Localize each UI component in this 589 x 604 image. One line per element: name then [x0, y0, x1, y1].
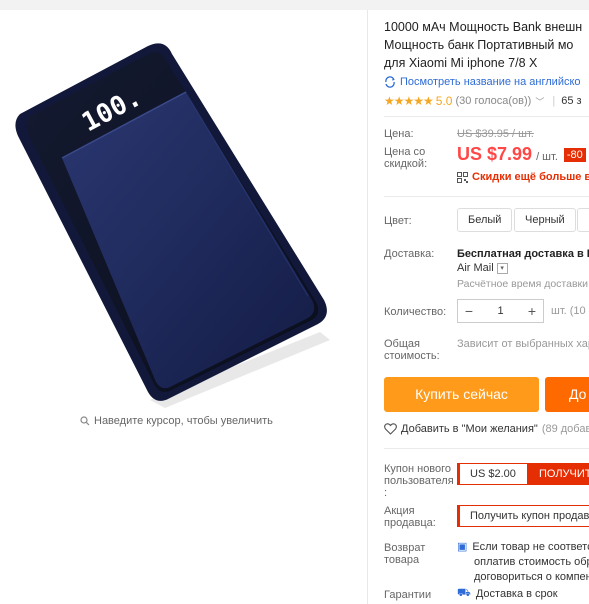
- guarantee-label: Гарантии продавца:: [384, 589, 436, 604]
- quantity-decrease-button[interactable]: −: [458, 303, 480, 319]
- new-user-coupon-label: Купон нового пользователя :: [384, 463, 454, 499]
- divider: [384, 116, 589, 117]
- chevron-down-icon[interactable]: ﹀: [535, 95, 544, 108]
- product-gallery: 100. Наведите курсор, чтобы увеличить: [0, 10, 368, 604]
- heart-icon: [384, 423, 397, 435]
- seller-promo-label: Акция продавца:: [384, 505, 436, 529]
- shipping-label: Доставка:: [384, 248, 435, 260]
- divider: [384, 196, 589, 197]
- shipping-method-label: Air Mail: [457, 262, 494, 274]
- old-price: US $39.95 / шт.: [457, 128, 534, 140]
- quantity-increase-button[interactable]: +: [521, 303, 543, 319]
- qr-code-icon: [457, 171, 468, 183]
- zoom-hint: Наведите курсор, чтобы увеличить: [80, 415, 273, 427]
- discount-badge: -80: [563, 148, 586, 162]
- quantity-stepper: − 1 +: [457, 299, 544, 323]
- price-unit: / шт.: [536, 151, 558, 163]
- product-image[interactable]: 100.: [0, 10, 368, 410]
- more-discounts-label: Скидки ещё больше в п: [472, 171, 589, 183]
- discount-price-label: Цена со скидкой:: [384, 146, 428, 170]
- product-title: 10000 мАч Мощность Bank внешн Мощность б…: [384, 18, 589, 72]
- returns-label: Возврат товара: [384, 542, 426, 566]
- wishlist-count: (89 добавл: [541, 423, 589, 435]
- more-discounts-link[interactable]: Скидки ещё больше в п: [457, 171, 589, 183]
- total-value: Зависит от выбранных хар: [457, 338, 589, 350]
- shipping-main: Бесплатная доставка в Ru: [457, 248, 589, 260]
- rating-value: 5.0: [435, 94, 453, 108]
- get-coupon-button[interactable]: ПОЛУЧИТЬ: [527, 464, 589, 484]
- search-icon: [80, 416, 90, 426]
- orders-count: 65 з: [561, 95, 582, 107]
- wishlist-label: Добавить в "Мои желания": [401, 423, 538, 435]
- top-strip: [0, 0, 589, 10]
- returns-info: ▣ Если товар не соответс оплатив стоимост…: [457, 540, 589, 585]
- zoom-hint-text: Наведите курсор, чтобы увеличить: [94, 415, 273, 427]
- returns-line-text: Если товар не соответс: [472, 541, 589, 553]
- divider: [384, 448, 589, 449]
- translate-link-label: Посмотреть название на английско: [400, 76, 581, 88]
- wishlist-link[interactable]: Добавить в "Мои желания" (89 добавл: [384, 423, 589, 435]
- quantity-label: Количество:: [384, 306, 447, 318]
- translate-link[interactable]: Посмотреть название на английско: [384, 76, 589, 88]
- buy-now-button[interactable]: Купить сейчас: [384, 377, 539, 412]
- color-option-white[interactable]: Белый: [457, 208, 513, 232]
- translate-icon: [385, 76, 395, 88]
- returns-line: договориться о компен: [474, 571, 589, 583]
- returns-line: оплатив стоимость обр: [474, 556, 589, 568]
- shipping-method[interactable]: Air Mail ▾: [457, 262, 508, 274]
- rating-stars: ★★★★★: [384, 94, 434, 108]
- price-label: Цена:: [384, 128, 414, 140]
- total-label: Общая стоимость:: [384, 338, 440, 362]
- shipping-estimate: Расчётное время доставки: [457, 278, 589, 290]
- add-to-cart-button[interactable]: До: [545, 377, 589, 412]
- quantity-input[interactable]: 1: [480, 305, 521, 317]
- coupon-amount: US $2.00: [470, 468, 516, 480]
- divider: |: [552, 95, 556, 107]
- delivery-icon: ⛟: [457, 587, 471, 599]
- rating-row: ★★★★★ 5.0 (30 голоса(ов)) ﹀ | 65 з: [384, 94, 582, 108]
- title-line: для Xiaomi Mi iphone 7/8 X: [384, 56, 538, 70]
- color-option-more[interactable]: [577, 208, 589, 232]
- product-info: 10000 мАч Мощность Bank внешн Мощность б…: [384, 18, 589, 108]
- guarantee-value: Доставка в срок: [475, 588, 558, 600]
- seller-coupon-button[interactable]: Получить купон продавц: [457, 505, 589, 527]
- rating-votes[interactable]: (30 голоса(ов)): [455, 95, 531, 107]
- price-amount: US $7.99: [457, 144, 533, 164]
- new-user-coupon: US $2.00 ПОЛУЧИТЬ: [457, 463, 589, 485]
- color-option-black[interactable]: Черный: [514, 208, 576, 232]
- returns-line: ▣ Если товар не соответс: [457, 540, 589, 555]
- color-label: Цвет:: [384, 215, 412, 227]
- discount-price: US $7.99 / шт. -80: [457, 144, 586, 165]
- return-policy-icon: ▣: [457, 541, 468, 553]
- quantity-unit: шт. (10 ш: [551, 305, 589, 317]
- guarantee-info: ⛟ Доставка в срок: [457, 587, 558, 601]
- title-line: Мощность банк Портативный мо: [384, 38, 574, 52]
- chevron-down-icon[interactable]: ▾: [496, 262, 508, 274]
- title-line: 10000 мАч Мощность Bank внешн: [384, 20, 583, 34]
